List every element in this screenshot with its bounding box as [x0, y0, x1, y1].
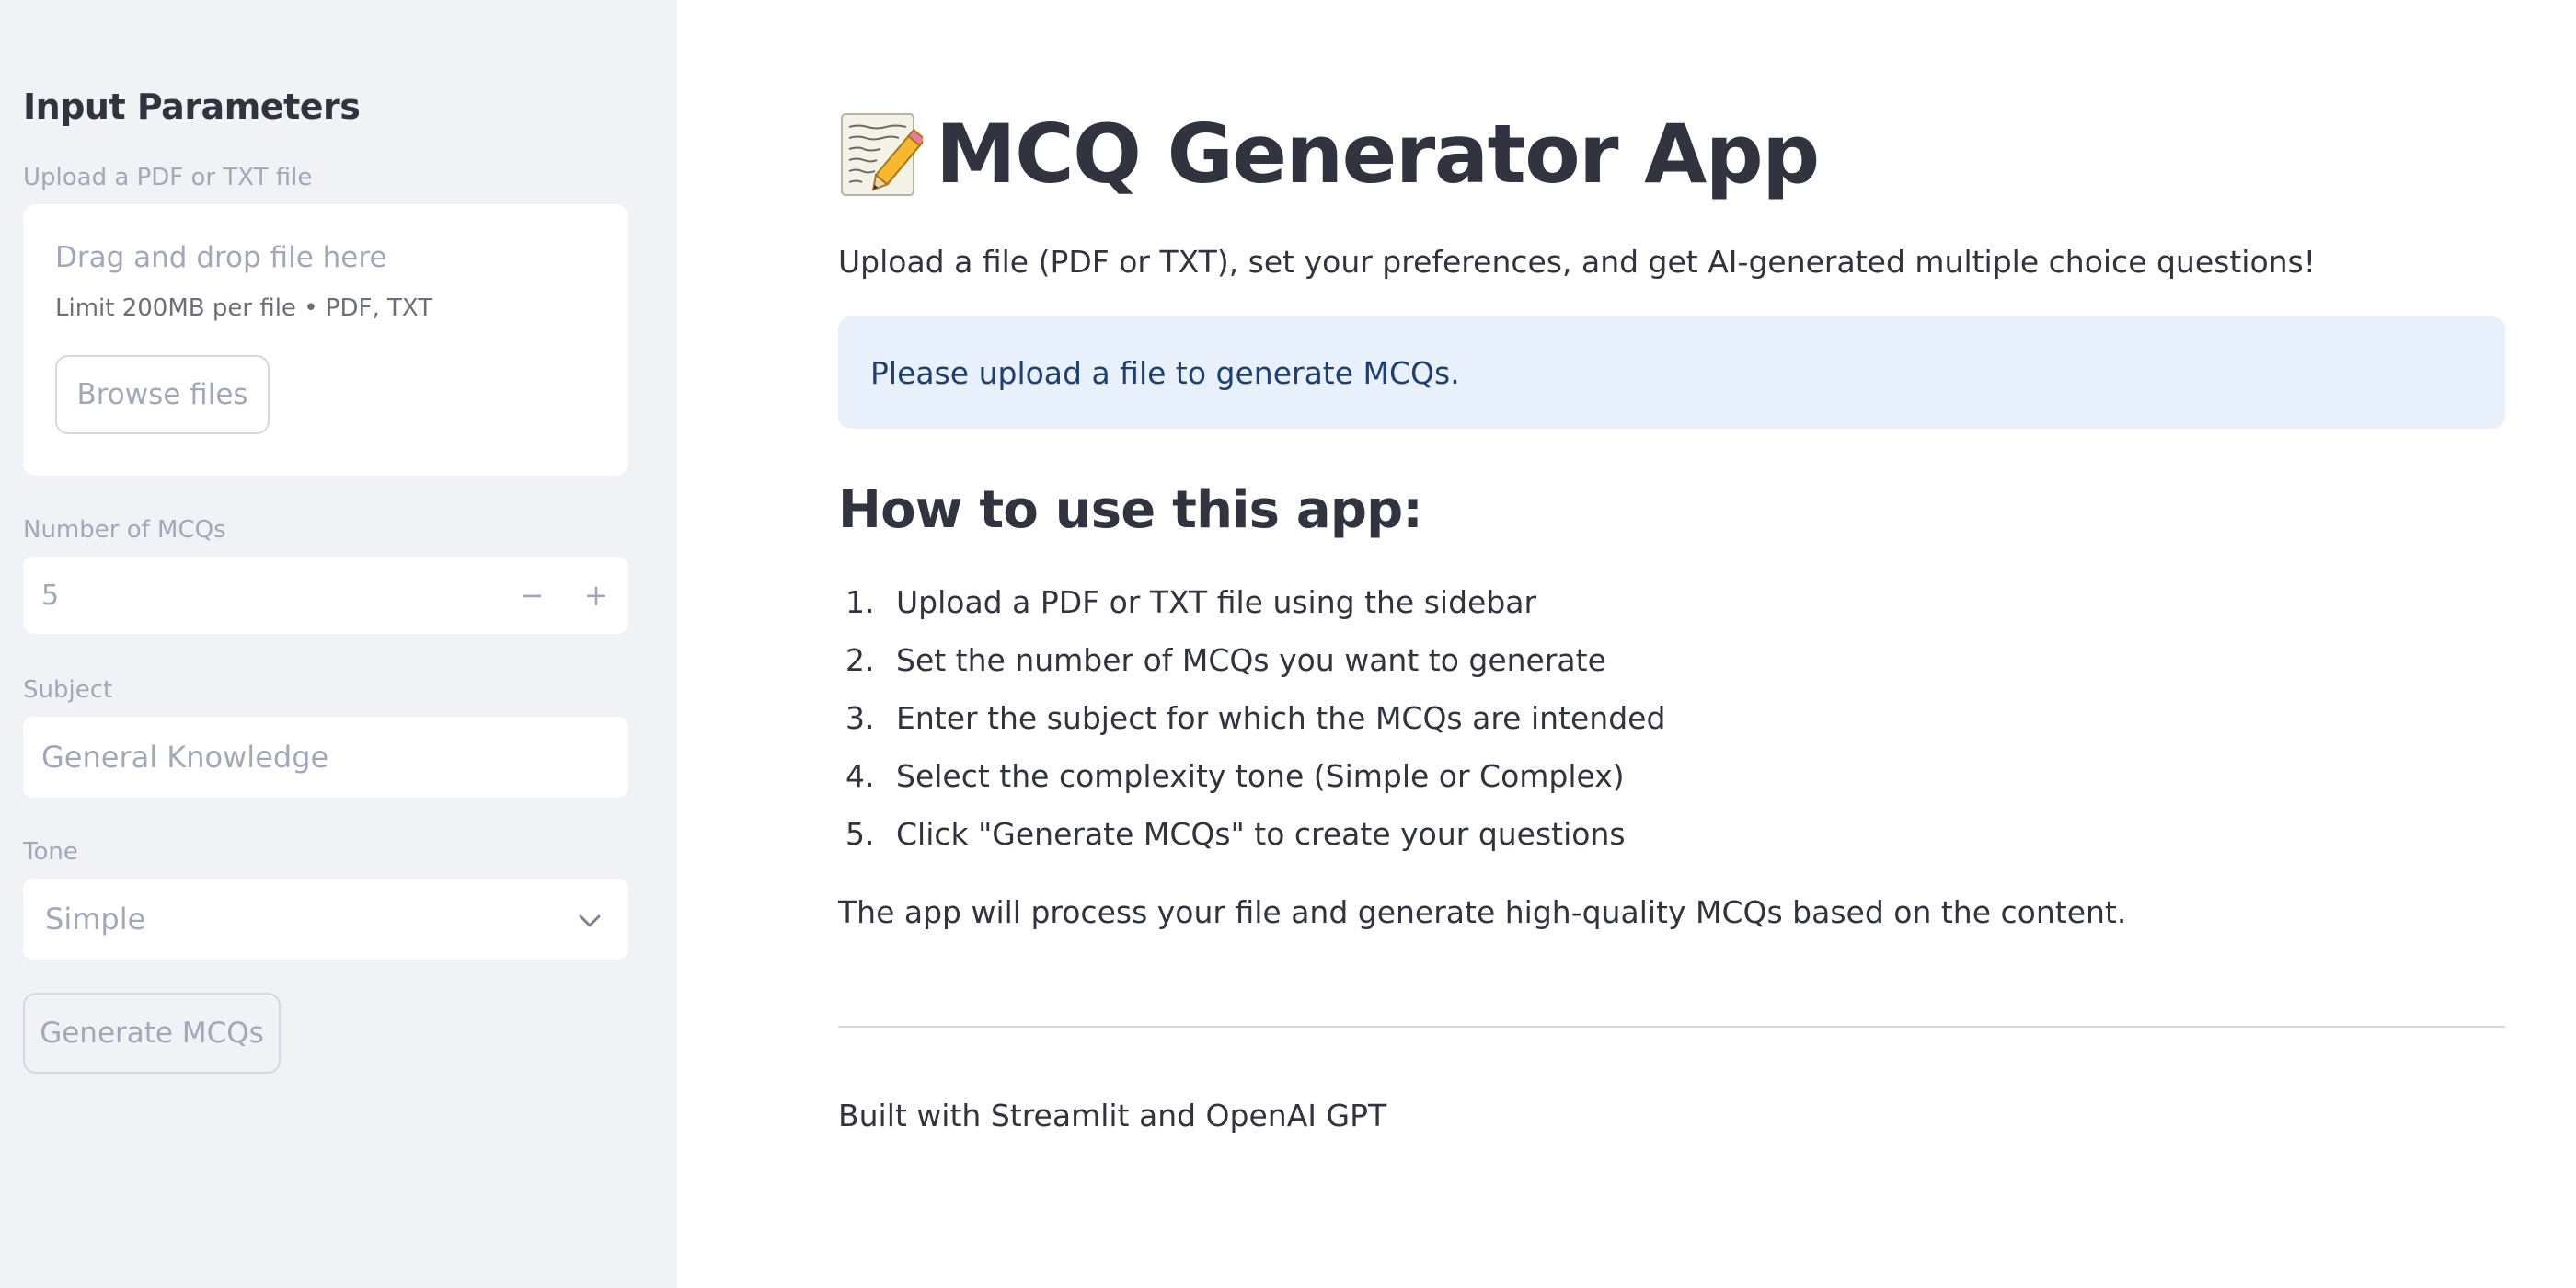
step-text: Upload a PDF or TXT file using the sideb…: [896, 584, 1537, 620]
intro-text: Upload a file (PDF or TXT), set your pre…: [838, 244, 2316, 280]
sidebar-title: Input Parameters: [23, 86, 361, 127]
chevron-down-icon: [577, 902, 603, 937]
generate-mcqs-button[interactable]: Generate MCQs: [23, 993, 281, 1074]
howto-heading: How to use this app:: [838, 480, 1423, 540]
increment-button[interactable]: +: [564, 557, 628, 634]
dropzone-limit: Limit 200MB per file • PDF, TXT: [55, 294, 433, 322]
num-mcqs-stepper[interactable]: 5 − +: [23, 557, 628, 634]
list-item: 3. Enter the subject for which the MCQs …: [838, 689, 2576, 747]
dropzone-text: Drag and drop file here: [55, 241, 387, 274]
title-row: MCQ Generator App: [838, 107, 2576, 201]
tone-label: Tone: [23, 838, 78, 866]
memo-icon: [838, 110, 926, 199]
list-item: 2. Set the number of MCQs you want to ge…: [838, 631, 2576, 689]
decrement-button[interactable]: −: [500, 557, 564, 634]
footer-text: Built with Streamlit and OpenAI GPT: [838, 1098, 1387, 1133]
file-dropzone[interactable]: Drag and drop file here Limit 200MB per …: [23, 204, 628, 476]
browse-files-button[interactable]: Browse files: [55, 355, 270, 434]
outro-text: The app will process your file and gener…: [838, 894, 2127, 930]
step-number: 2.: [845, 642, 875, 678]
sidebar: Input Parameters Upload a PDF or TXT fil…: [0, 0, 677, 1288]
tone-select[interactable]: Simple: [23, 879, 628, 960]
list-item: 4. Select the complexity tone (Simple or…: [838, 747, 2576, 805]
num-mcqs-value[interactable]: 5: [41, 580, 500, 612]
main-content: MCQ Generator App Upload a file (PDF or …: [677, 0, 2576, 1288]
subject-input[interactable]: General Knowledge: [23, 717, 628, 798]
steps-list: 1. Upload a PDF or TXT file using the si…: [838, 573, 2576, 863]
step-number: 3.: [845, 700, 875, 736]
step-number: 1.: [845, 584, 875, 620]
step-text: Enter the subject for which the MCQs are…: [896, 700, 1666, 736]
page-title: MCQ Generator App: [936, 107, 1820, 201]
num-mcqs-label: Number of MCQs: [23, 516, 226, 544]
divider: [838, 1026, 2505, 1028]
step-number: 5.: [845, 816, 875, 852]
step-text: Click "Generate MCQs" to create your que…: [896, 816, 1626, 852]
subject-label: Subject: [23, 676, 113, 704]
app-root: Input Parameters Upload a PDF or TXT fil…: [0, 0, 2576, 1288]
step-text: Set the number of MCQs you want to gener…: [896, 642, 1606, 678]
list-item: 5. Click "Generate MCQs" to create your …: [838, 805, 2576, 863]
upload-label: Upload a PDF or TXT file: [23, 164, 313, 191]
tone-selected-value: Simple: [45, 902, 146, 937]
list-item: 1. Upload a PDF or TXT file using the si…: [838, 573, 2576, 631]
info-alert: Please upload a file to generate MCQs.: [838, 316, 2505, 429]
step-text: Select the complexity tone (Simple or Co…: [896, 758, 1625, 794]
step-number: 4.: [845, 758, 875, 794]
